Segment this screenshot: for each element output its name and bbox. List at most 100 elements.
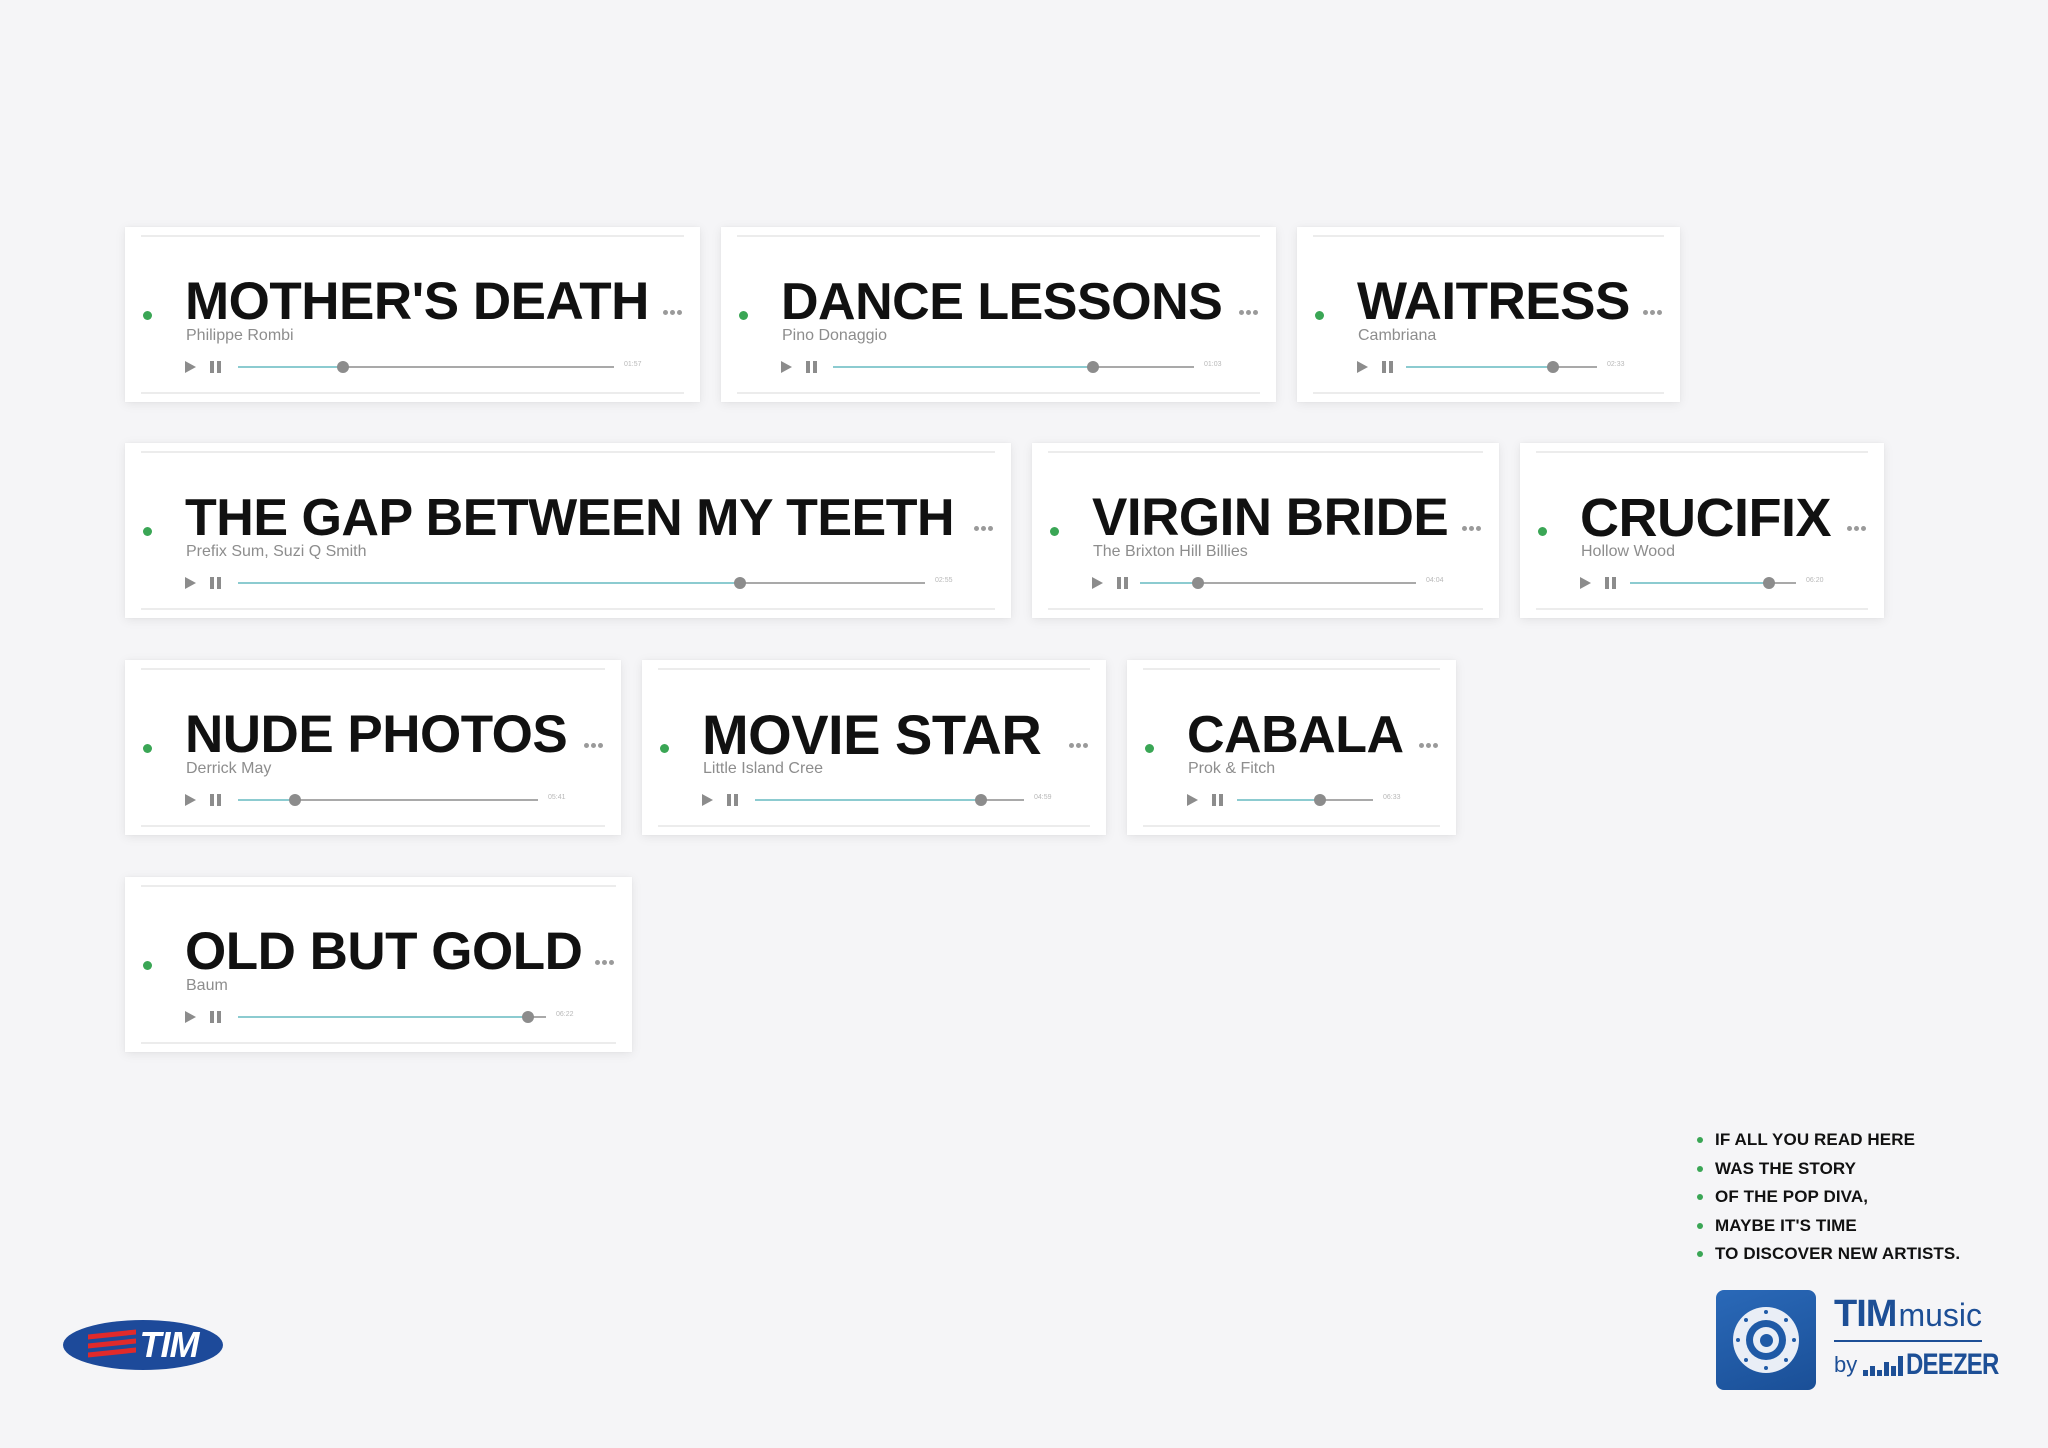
- pause-icon[interactable]: [806, 361, 817, 373]
- play-icon[interactable]: [185, 1011, 196, 1023]
- tagline-text: WAS THE STORY: [1715, 1158, 1857, 1178]
- progress-knob[interactable]: [521, 1011, 534, 1023]
- pause-icon[interactable]: [1382, 361, 1393, 373]
- card-bottom-divider: [1143, 825, 1440, 827]
- timmusic-deezer-logo: TIM music by DEEZER: [1834, 1293, 2000, 1382]
- tagline: IF ALL YOU READ HERE WAS THE STORY OF TH…: [1697, 1126, 1960, 1269]
- more-options-icon[interactable]: [1462, 526, 1481, 531]
- progress-knob[interactable]: [1191, 577, 1204, 589]
- pause-icon[interactable]: [210, 361, 221, 373]
- deezer-wordmark: DEEZER: [1906, 1348, 1999, 1381]
- track-time: 01:03: [1204, 361, 1222, 368]
- progress-knob[interactable]: [1547, 361, 1560, 373]
- tagline-text: IF ALL YOU READ HERE: [1715, 1130, 1916, 1150]
- track-card[interactable]: WAITRESS Cambriana 02:33: [1297, 227, 1680, 402]
- track-title: MOTHER'S DEATH: [185, 272, 649, 331]
- progress-slider[interactable]: [833, 361, 1194, 373]
- play-icon[interactable]: [1580, 577, 1591, 589]
- progress-knob[interactable]: [733, 577, 746, 589]
- timmusic-bold: TIM: [1834, 1293, 1897, 1335]
- progress-slider[interactable]: [1140, 577, 1416, 589]
- progress-knob[interactable]: [289, 794, 301, 806]
- card-bottom-divider: [1313, 392, 1664, 394]
- track-title: OLD BUT GOLD: [185, 922, 583, 981]
- more-options-icon[interactable]: [1239, 310, 1258, 315]
- progress-fill: [238, 799, 295, 801]
- pause-icon[interactable]: [1212, 794, 1223, 806]
- play-icon[interactable]: [781, 361, 792, 373]
- more-options-icon[interactable]: [584, 743, 603, 748]
- track-title: CABALA: [1187, 706, 1404, 764]
- player-controls: [185, 793, 221, 807]
- bullet-icon: [1697, 1165, 1703, 1172]
- bullet-icon: [1697, 1137, 1703, 1144]
- player-controls: [185, 1010, 221, 1024]
- status-dot-icon: [1538, 527, 1547, 536]
- play-icon[interactable]: [1187, 794, 1198, 806]
- track-artist: Prefix Sum, Suzi Q Smith: [186, 543, 367, 560]
- track-card[interactable]: CRUCIFIX Hollow Wood 06:20: [1520, 443, 1884, 618]
- track-time: 02:33: [1607, 361, 1625, 368]
- track-artist: Pino Donaggio: [782, 327, 887, 344]
- track-card[interactable]: OLD BUT GOLD Baum 06:22: [125, 877, 632, 1052]
- more-options-icon[interactable]: [595, 960, 614, 965]
- track-card[interactable]: THE GAP BETWEEN MY TEETH Prefix Sum, Suz…: [125, 443, 1011, 618]
- track-card[interactable]: VIRGIN BRIDE The Brixton Hill Billies 04…: [1032, 443, 1499, 618]
- card-top-divider: [1048, 451, 1483, 453]
- play-icon[interactable]: [702, 794, 713, 806]
- progress-slider[interactable]: [1630, 577, 1796, 589]
- track-card[interactable]: MOTHER'S DEATH Philippe Rombi 01:57: [125, 227, 700, 402]
- player-controls: [781, 360, 817, 374]
- bullet-icon: [1697, 1251, 1703, 1258]
- progress-slider[interactable]: [238, 1011, 546, 1023]
- track-card[interactable]: MOVIE STAR Little Island Cree 04:59: [642, 660, 1106, 835]
- more-options-icon[interactable]: [974, 526, 993, 531]
- progress-fill: [833, 366, 1093, 368]
- status-dot-icon: [143, 961, 152, 970]
- play-icon[interactable]: [1092, 577, 1103, 589]
- pause-icon[interactable]: [210, 1011, 221, 1023]
- progress-slider[interactable]: [755, 794, 1024, 806]
- status-dot-icon: [143, 311, 152, 320]
- pause-icon[interactable]: [1605, 577, 1616, 589]
- progress-knob[interactable]: [337, 361, 350, 373]
- pause-icon[interactable]: [727, 794, 738, 806]
- play-icon[interactable]: [185, 577, 196, 589]
- more-options-icon[interactable]: [1069, 743, 1088, 748]
- progress-knob[interactable]: [974, 794, 987, 806]
- pause-icon[interactable]: [1117, 577, 1128, 589]
- progress-knob[interactable]: [1313, 794, 1326, 806]
- progress-knob[interactable]: [1086, 361, 1099, 373]
- by-deezer: by DEEZER: [1834, 1348, 2000, 1382]
- progress-slider[interactable]: [238, 361, 614, 373]
- play-icon[interactable]: [185, 361, 196, 373]
- progress-slider[interactable]: [1406, 361, 1597, 373]
- pause-icon[interactable]: [210, 794, 221, 806]
- card-bottom-divider: [1536, 608, 1868, 610]
- card-top-divider: [141, 668, 605, 670]
- progress-slider[interactable]: [238, 794, 538, 806]
- pause-icon[interactable]: [210, 577, 221, 589]
- progress-slider[interactable]: [1237, 794, 1373, 806]
- play-icon[interactable]: [1357, 361, 1368, 373]
- track-card[interactable]: NUDE PHOTOS Derrick May 05:41: [125, 660, 621, 835]
- card-bottom-divider: [737, 392, 1260, 394]
- progress-knob[interactable]: [1763, 577, 1776, 589]
- player-controls: [1580, 576, 1616, 590]
- progress-fill: [1630, 582, 1770, 584]
- more-options-icon[interactable]: [1643, 310, 1662, 315]
- track-time: 06:20: [1806, 577, 1824, 584]
- progress-fill: [755, 799, 981, 801]
- tagline-text: TO DISCOVER NEW ARTISTS.: [1715, 1244, 1961, 1264]
- play-icon[interactable]: [185, 794, 196, 806]
- more-options-icon[interactable]: [1847, 526, 1866, 531]
- more-options-icon[interactable]: [663, 310, 682, 315]
- tim-waves-icon: [87, 1329, 136, 1360]
- track-card[interactable]: DANCE LESSONS Pino Donaggio 01:03: [721, 227, 1276, 402]
- progress-slider[interactable]: [238, 577, 925, 589]
- card-top-divider: [737, 235, 1260, 237]
- track-card[interactable]: CABALA Prok & Fitch 06:33: [1127, 660, 1456, 835]
- more-options-icon[interactable]: [1419, 743, 1438, 748]
- card-bottom-divider: [141, 608, 995, 610]
- tagline-line: IF ALL YOU READ HERE: [1697, 1126, 1960, 1155]
